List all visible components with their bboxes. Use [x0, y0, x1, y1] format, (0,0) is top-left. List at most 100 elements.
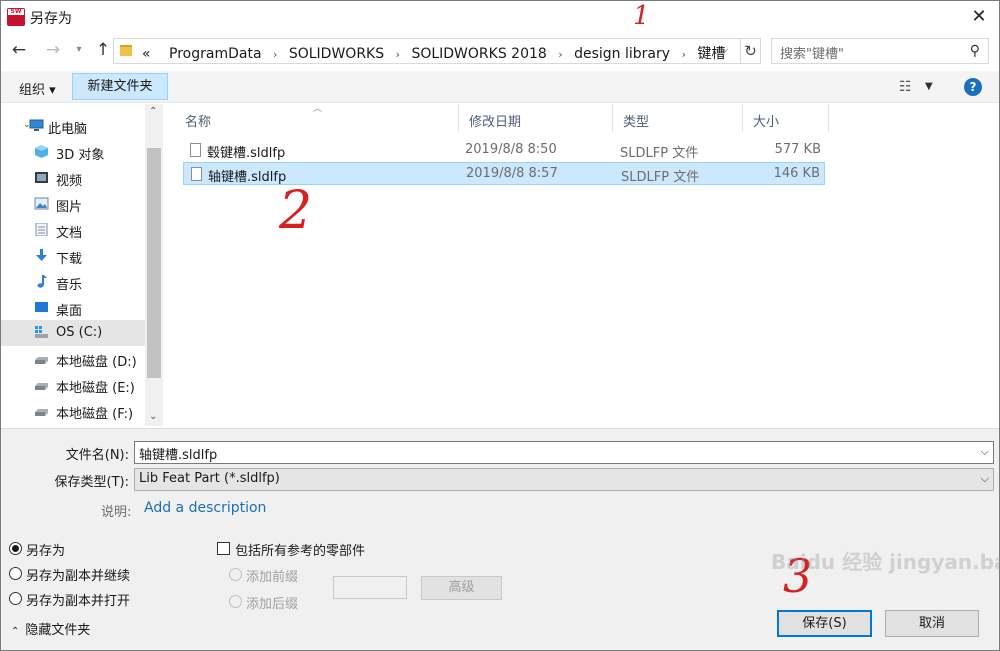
file-list: ︿ 名称 修改日期 类型 大小 毂键槽.sldlfp 2019/8/8 8:50…: [173, 104, 999, 426]
file-type: SLDLFP 文件: [621, 170, 700, 185]
back-arrow-icon[interactable]: ←: [7, 38, 31, 62]
nav-item-label: 本地磁盘 (E:): [56, 381, 135, 396]
scroll-down-chevron-icon[interactable]: ⌄: [149, 411, 157, 422]
system-drive-icon: [35, 326, 48, 338]
hide-folders-toggle[interactable]: ⌃ 隐藏文件夹: [11, 619, 90, 638]
cube-icon: [35, 145, 48, 158]
nav-item-drive-e[interactable]: 本地磁盘 (E:): [1, 372, 145, 398]
close-button[interactable]: ✕: [965, 4, 993, 30]
folder-icon: [120, 45, 132, 56]
file-name: 轴键槽.sldlfp: [208, 170, 287, 185]
nav-item-desktop[interactable]: 桌面: [1, 295, 145, 321]
save-copy-continue-label[interactable]: 另存为副本并继续: [26, 565, 130, 584]
column-header-name[interactable]: 名称: [175, 104, 459, 132]
breadcrumb-item[interactable]: design library: [574, 46, 670, 62]
search-icon[interactable]: ⚲: [970, 43, 980, 59]
search-placeholder[interactable]: 搜索"键槽": [780, 43, 844, 62]
title-bar: SW 另存为 ✕: [1, 1, 999, 33]
nav-item-label: 本地磁盘 (D:): [56, 355, 137, 370]
filetype-dropdown-chevron-icon[interactable]: ⌵: [981, 472, 989, 486]
add-prefix-label: 添加前缀: [246, 570, 299, 585]
column-header-size[interactable]: 大小: [743, 104, 829, 132]
navigation-pane: ⌄ 此电脑 3D 对象 视频 图片 文档 下载 音乐 桌面 OS (C:) 本地…: [1, 104, 163, 426]
hide-folders-label: 隐藏文件夹: [25, 623, 91, 638]
filetype-select[interactable]: Lib Feat Part (*.sldlfp) ⌵: [134, 468, 994, 491]
column-header-type[interactable]: 类型: [613, 104, 743, 132]
include-references-checkbox[interactable]: [217, 542, 230, 555]
address-bar[interactable]: « ProgramData › SOLIDWORKS › SOLIDWORKS …: [113, 38, 761, 64]
add-suffix-label: 添加后缀: [246, 597, 299, 612]
desktop-icon: [35, 302, 48, 312]
music-icon: [37, 275, 47, 288]
breadcrumb-item[interactable]: SOLIDWORKS 2018: [411, 46, 546, 62]
search-box[interactable]: 搜索"键槽" ⚲: [771, 38, 989, 64]
view-dropdown-chevron-icon[interactable]: ▼: [925, 81, 933, 92]
add-suffix-radio[interactable]: [229, 595, 242, 608]
help-icon[interactable]: ?: [964, 78, 982, 96]
description-label: 说明:: [101, 505, 132, 520]
up-arrow-icon[interactable]: ↑: [91, 38, 115, 62]
include-references-label[interactable]: 包括所有参考的零部件: [235, 540, 365, 559]
save-copy-continue-radio[interactable]: [9, 567, 22, 580]
nav-item-videos[interactable]: 视频: [1, 165, 145, 191]
save-as-radio[interactable]: [9, 542, 22, 555]
add-prefix-radio[interactable]: [229, 568, 242, 581]
file-size: 577 KB: [774, 142, 821, 157]
nav-item-documents[interactable]: 文档: [1, 217, 145, 243]
recent-locations-chevron-icon[interactable]: ▾: [67, 38, 91, 62]
breadcrumb-separator[interactable]: ›: [396, 48, 400, 61]
forward-arrow-icon[interactable]: →: [41, 38, 65, 62]
video-icon: [35, 172, 48, 183]
refresh-icon[interactable]: ↻: [740, 39, 760, 63]
breadcrumb-item[interactable]: SOLIDWORKS: [289, 46, 384, 62]
advanced-button[interactable]: 高级: [421, 576, 502, 600]
nav-item-downloads[interactable]: 下载: [1, 243, 145, 269]
annotation-mark-1: 1: [633, 1, 650, 31]
baidu-jingyan-watermark: Baidu 经验 jingyan.baidu.com: [771, 546, 1000, 576]
save-form: 文件名(N): 轴键槽.sldlfp ⌵ 保存类型(T): Lib Feat P…: [1, 428, 999, 650]
filetype-value[interactable]: Lib Feat Part (*.sldlfp): [139, 471, 280, 486]
add-description-link[interactable]: Add a description: [144, 500, 266, 516]
nav-item-drive-f[interactable]: 本地磁盘 (F:): [1, 398, 145, 424]
save-copy-open-label[interactable]: 另存为副本并打开: [26, 590, 130, 609]
filename-value[interactable]: 轴键槽.sldlfp: [139, 444, 217, 463]
breadcrumb-separator[interactable]: ›: [682, 48, 686, 61]
nav-item-3d-objects[interactable]: 3D 对象: [1, 139, 145, 165]
scrollbar-thumb[interactable]: [147, 148, 161, 378]
save-as-radio-label[interactable]: 另存为: [26, 540, 65, 559]
nav-item-label: 此电脑: [48, 122, 88, 137]
address-dropdown-chevron-icon[interactable]: ⌵: [720, 43, 728, 57]
file-date: 2019/8/8 8:50: [465, 142, 557, 157]
filename-field[interactable]: 轴键槽.sldlfp ⌵: [134, 441, 994, 464]
column-header-date[interactable]: 修改日期: [459, 104, 613, 132]
prefix-suffix-input[interactable]: [333, 576, 407, 599]
nav-item-label: 本地磁盘 (F:): [56, 407, 134, 422]
nav-item-label: 下载: [56, 252, 83, 267]
nav-pane-scrollbar[interactable]: ⌃ ⌄: [145, 104, 163, 426]
breadcrumb-separator[interactable]: ›: [273, 48, 277, 61]
document-icon: [35, 223, 48, 236]
nav-item-pictures[interactable]: 图片: [1, 191, 145, 217]
view-options-icon[interactable]: ☷: [899, 79, 912, 95]
annotation-mark-2: 2: [279, 181, 313, 241]
breadcrumb-overflow[interactable]: «: [142, 46, 151, 62]
organize-menu-button[interactable]: 组织 ▾: [19, 79, 56, 98]
file-icon: [191, 167, 202, 181]
nav-item-music[interactable]: 音乐: [1, 269, 145, 295]
cancel-button[interactable]: 取消: [885, 610, 979, 637]
nav-item-os-c[interactable]: OS (C:): [1, 320, 145, 346]
save-button[interactable]: 保存(S): [777, 610, 872, 637]
nav-item-drive-d[interactable]: 本地磁盘 (D:): [1, 346, 145, 372]
breadcrumb-item[interactable]: ProgramData: [169, 46, 262, 62]
scroll-up-chevron-icon[interactable]: ⌃: [149, 106, 157, 117]
new-folder-button[interactable]: 新建文件夹: [72, 73, 168, 100]
table-row[interactable]: 毂键槽.sldlfp 2019/8/8 8:50 SLDLFP 文件 577 K…: [183, 139, 825, 162]
nav-item-label: OS (C:): [56, 325, 103, 340]
nav-item-this-pc[interactable]: ⌄ 此电脑: [1, 113, 145, 139]
drive-icon: [35, 409, 48, 416]
filename-dropdown-chevron-icon[interactable]: ⌵: [981, 445, 989, 459]
file-size: 146 KB: [773, 166, 820, 181]
save-copy-open-radio[interactable]: [9, 592, 22, 605]
filename-label: 文件名(N):: [65, 448, 129, 463]
breadcrumb-separator[interactable]: ›: [558, 48, 562, 61]
